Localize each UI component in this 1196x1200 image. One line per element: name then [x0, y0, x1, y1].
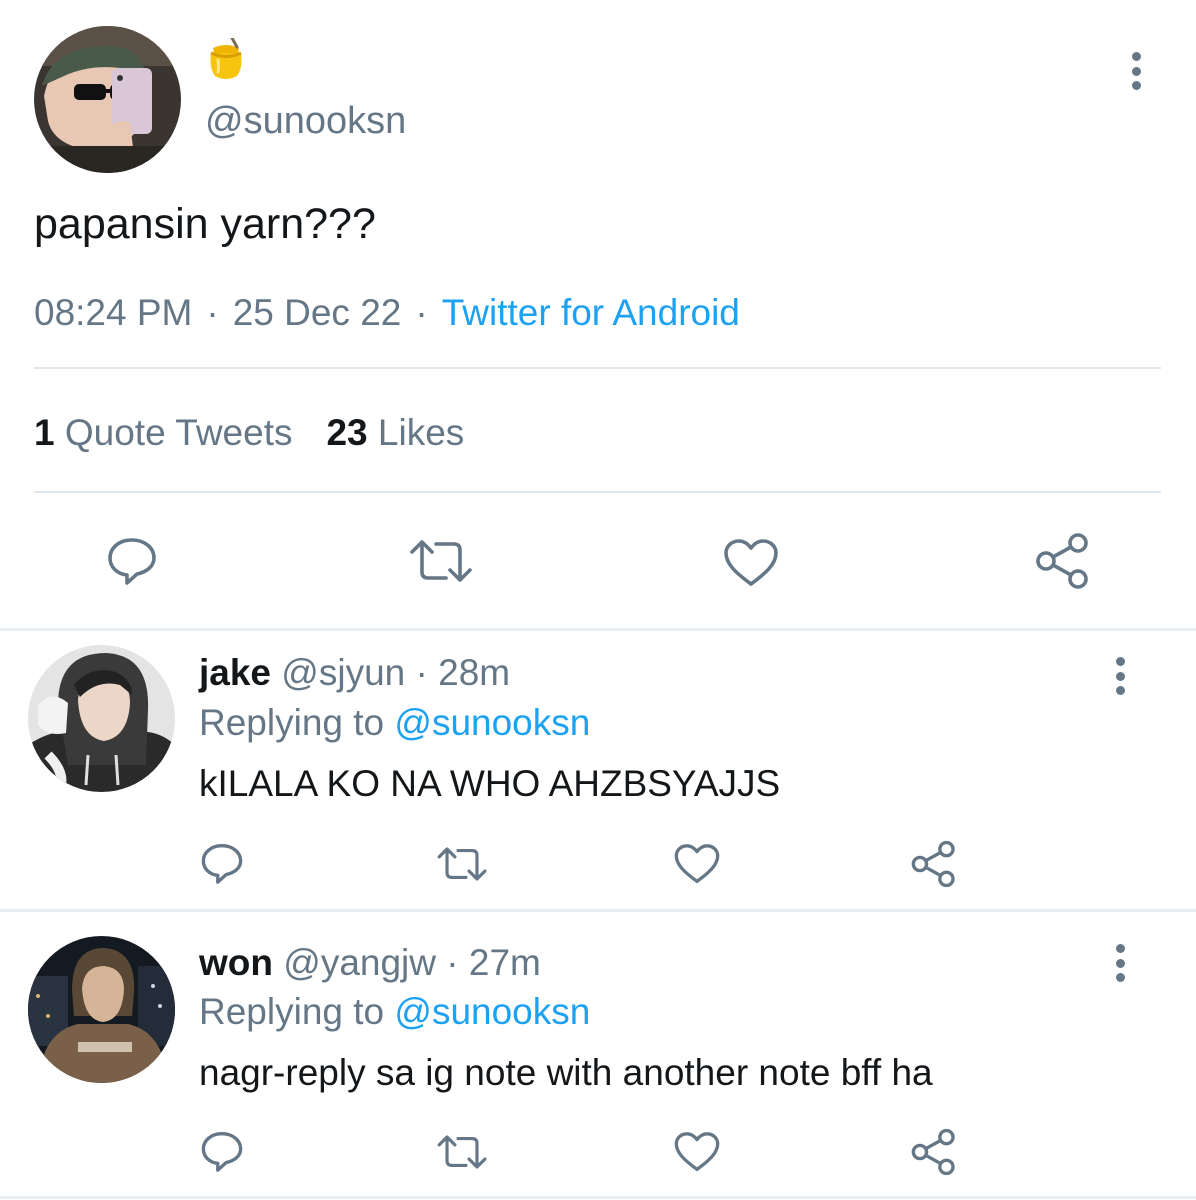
replying-to: Replying to @sunooksn [199, 991, 590, 1033]
retweet-button[interactable] [408, 538, 474, 584]
likes-count: 23 [326, 412, 368, 453]
replying-to-label: Replying to [199, 991, 385, 1032]
meta-separator: · [415, 652, 428, 693]
like-button[interactable] [673, 843, 721, 885]
tweet-author-handle[interactable]: @sunooksn [205, 100, 406, 143]
tweet-source-link[interactable]: Twitter for Android [442, 292, 740, 333]
reply-button[interactable] [200, 842, 244, 885]
divider [34, 367, 1161, 369]
divider [0, 1196, 1196, 1199]
reply-avatar[interactable] [28, 645, 175, 792]
reply-author-name[interactable]: jake [199, 652, 271, 693]
retweet-button[interactable] [436, 845, 488, 883]
tweet-meta: 08:24 PM · 25 Dec 22 · Twitter for Android [34, 292, 740, 334]
reply-avatar[interactable] [28, 936, 175, 1083]
tweet-text: papansin yarn??? [34, 200, 376, 248]
like-button[interactable] [722, 538, 780, 588]
share-icon [1036, 533, 1088, 589]
reply-text: nagr-reply sa ig note with another note … [199, 1052, 933, 1093]
comment-icon [108, 538, 156, 585]
reply-button[interactable] [200, 1130, 244, 1173]
heart-icon [724, 539, 778, 586]
heart-icon [674, 844, 720, 884]
quote-label: Quote Tweets [64, 412, 293, 453]
quote-count: 1 [34, 412, 55, 453]
share-icon [911, 840, 955, 888]
quote-tweets-stat[interactable]: 1 Quote Tweets [34, 412, 292, 453]
reply-author-handle[interactable]: @yangjw [283, 942, 436, 983]
likes-stat[interactable]: 23 Likes [326, 412, 464, 453]
comment-icon [201, 844, 243, 884]
reply-author-name[interactable]: won [199, 942, 273, 983]
replying-to: Replying to @sunooksn [199, 702, 590, 744]
heart-icon [674, 1132, 720, 1172]
meta-separator: · [415, 292, 428, 333]
reply-time: 28m [438, 652, 511, 693]
reply-header: jake @sjyun · 28m [199, 652, 510, 694]
like-button[interactable] [673, 1131, 721, 1173]
main-avatar[interactable] [34, 26, 181, 173]
retweet-icon [437, 1135, 487, 1169]
divider [0, 909, 1196, 912]
reply-header: won @yangjw · 27m [199, 942, 541, 984]
meta-separator: · [446, 942, 459, 983]
divider [0, 628, 1196, 631]
share-icon [911, 1128, 955, 1176]
reply-text: kILALA KO NA WHO AHZBSYAJJS [199, 763, 781, 804]
more-vertical-icon[interactable] [1105, 653, 1135, 699]
reply-button[interactable] [106, 536, 158, 586]
honey-pot-emoji-icon [206, 36, 246, 80]
more-vertical-icon[interactable] [1121, 48, 1151, 94]
replying-to-mention[interactable]: @sunooksn [394, 702, 590, 743]
tweet-time: 08:24 PM [34, 292, 193, 333]
more-vertical-icon[interactable] [1105, 940, 1135, 986]
reply-time: 27m [468, 942, 541, 983]
comment-icon [201, 1132, 243, 1172]
share-button[interactable] [1034, 532, 1092, 590]
reply-author-handle[interactable]: @sjyun [281, 652, 405, 693]
divider [34, 491, 1161, 493]
share-button[interactable] [910, 840, 958, 888]
retweet-icon [410, 540, 472, 582]
tweet-date: 25 Dec 22 [232, 292, 402, 333]
share-button[interactable] [910, 1128, 958, 1176]
tweet-stats: 1 Quote Tweets 23 Likes [34, 412, 464, 454]
retweet-button[interactable] [436, 1133, 488, 1171]
replying-to-mention[interactable]: @sunooksn [394, 991, 590, 1032]
retweet-icon [437, 847, 487, 881]
replying-to-label: Replying to [199, 702, 385, 743]
meta-separator: · [206, 292, 219, 333]
likes-label: Likes [377, 412, 465, 453]
